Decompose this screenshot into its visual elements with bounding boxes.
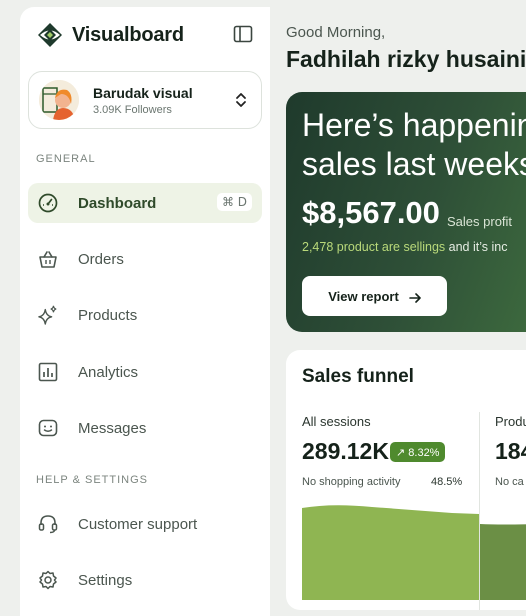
sidebar: Visualboard Barudak visual 3.09K Followe… <box>20 7 270 616</box>
hero-note-rest: and it’s inc <box>445 240 508 254</box>
sales-profit-label: Sales profit <box>447 214 513 229</box>
sidebar-item-customer-support[interactable]: Customer support <box>28 504 262 544</box>
account-name: Barudak visual <box>93 84 193 101</box>
funnel-area-products <box>480 524 526 600</box>
sidebar-item-products[interactable]: Products <box>28 295 262 335</box>
funnel-col-value: 184 <box>495 438 526 464</box>
account-switcher[interactable]: Barudak visual 3.09K Followers <box>28 71 262 129</box>
account-followers: 3.09K Followers <box>93 103 172 116</box>
shortcut-badge: ⌘ D <box>216 193 252 211</box>
brand-name: Visualboard <box>72 23 184 46</box>
visualboard-logo-icon <box>36 21 64 49</box>
sparkle-icon <box>38 305 58 325</box>
greeting: Good Morning, <box>286 24 386 41</box>
sidebar-item-settings[interactable]: Settings <box>28 560 262 600</box>
funnel-col-label: Produ <box>495 414 526 429</box>
hero-title-line1: Here’s happenin <box>302 107 526 143</box>
sidebar-item-label: Settings <box>78 571 133 589</box>
sales-funnel-card: Sales funnel All sessions 289.12K ↗ 8.32… <box>286 350 526 610</box>
headset-icon <box>38 514 58 534</box>
chevron-updown-icon[interactable] <box>235 92 247 108</box>
sidebar-item-orders[interactable]: Orders <box>28 239 262 279</box>
section-help-label: HELP & SETTINGS <box>36 474 148 486</box>
growth-badge: ↗ 8.32% <box>390 442 446 462</box>
funnel-area-sessions <box>302 505 479 600</box>
view-report-button[interactable]: View report <box>302 276 447 316</box>
hero-note-highlight: 2,478 product are sellings <box>302 240 446 254</box>
avatar <box>39 80 79 120</box>
section-general-label: GENERAL <box>36 153 96 165</box>
sidebar-item-label: Orders <box>78 250 124 268</box>
bar-chart-icon <box>38 362 58 382</box>
funnel-col-sub: No shopping activity <box>302 476 401 488</box>
funnel-col-label: All sessions <box>302 414 371 429</box>
sales-profit-amount: $8,567.00 <box>302 195 440 230</box>
sidebar-item-dashboard[interactable]: Dashboard ⌘ D <box>28 183 262 223</box>
hero-title-line2: sales last weeks <box>302 146 526 182</box>
gear-icon <box>38 570 58 590</box>
basket-icon <box>38 249 58 269</box>
sidebar-item-analytics[interactable]: Analytics <box>28 352 262 392</box>
sidebar-item-messages[interactable]: Messages <box>28 408 262 448</box>
arrow-right-icon <box>408 291 421 303</box>
hero-note: 2,478 product are sellings and it’s inc <box>302 240 507 254</box>
chat-icon <box>38 418 58 438</box>
page-title: Fadhilah rizky husaini <box>286 46 526 72</box>
funnel-title: Sales funnel <box>302 366 414 387</box>
hero-title: Here’s happenin sales last weeks <box>302 106 526 184</box>
sidebar-item-label: Customer support <box>78 515 198 533</box>
sidebar-collapse-icon[interactable] <box>233 25 253 43</box>
funnel-col-sub-pct: 48.5% <box>431 476 463 488</box>
view-report-label: View report <box>328 288 399 304</box>
sales-hero-card: Here’s happenin sales last weeks $8,567.… <box>286 92 526 332</box>
sidebar-item-label: Analytics <box>78 363 139 381</box>
sidebar-item-label: Messages <box>78 419 147 437</box>
sidebar-item-label: Products <box>78 306 138 324</box>
funnel-col-sub: No ca <box>495 476 524 488</box>
sidebar-item-label: Dashboard <box>78 194 157 212</box>
gauge-icon <box>38 193 58 213</box>
funnel-chart <box>302 505 526 600</box>
brand[interactable]: Visualboard <box>36 21 184 49</box>
funnel-col-value: 289.12K <box>302 438 389 464</box>
